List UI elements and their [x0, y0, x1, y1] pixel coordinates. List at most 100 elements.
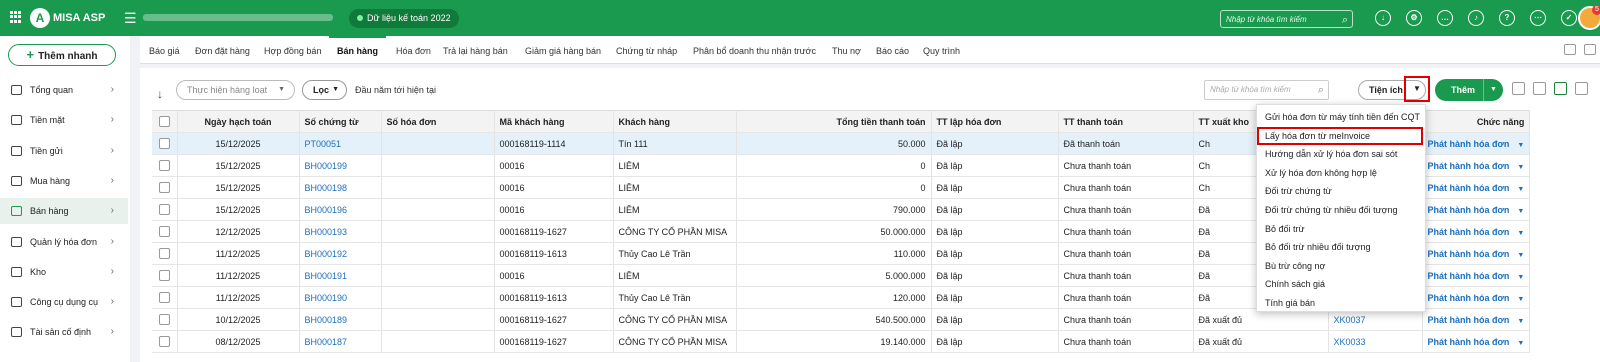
table-cell[interactable]: Phát hành hóa đơn ▼: [1422, 154, 1531, 177]
sidebar-item-0[interactable]: Tổng quan ›: [0, 77, 128, 103]
sidebar-item-7[interactable]: Công cụ dụng cụ ›: [0, 289, 128, 315]
menu-item-7[interactable]: Bỏ đối trừ nhiều đối tượng: [1257, 238, 1427, 256]
row-checkbox[interactable]: [158, 314, 170, 326]
voucher-link[interactable]: BH000193: [305, 227, 348, 237]
column-header[interactable]: Ngày hạch toán: [177, 110, 300, 133]
issue-invoice-action[interactable]: Phát hành hóa đơn ▼: [1428, 139, 1525, 149]
tab-8[interactable]: Phân bổ doanh thu nhận trước: [693, 36, 816, 64]
row-select-cell[interactable]: [152, 242, 178, 265]
row-checkbox[interactable]: [158, 248, 170, 260]
row-select-cell[interactable]: [152, 286, 178, 309]
column-header[interactable]: Số chứng từ: [299, 110, 382, 133]
table-cell[interactable]: BH000187: [299, 330, 382, 353]
list-search-input[interactable]: Nhập từ khóa tìm kiếm ⌕: [1204, 80, 1329, 100]
sidebar-item-4[interactable]: Bán hàng ›: [0, 198, 128, 225]
tab-9[interactable]: Thu nợ: [832, 36, 861, 64]
table-cell[interactable]: BH000189: [299, 308, 382, 331]
more-icon[interactable]: ⋯: [1530, 10, 1546, 26]
row-select-cell[interactable]: [152, 308, 178, 331]
row-checkbox[interactable]: [158, 292, 170, 304]
voucher-link[interactable]: BH000199: [305, 161, 348, 171]
issue-invoice-action[interactable]: Phát hành hóa đơn ▼: [1428, 249, 1525, 259]
search-icon[interactable]: ⌕: [1318, 81, 1324, 99]
refresh-icon[interactable]: [1533, 82, 1546, 95]
menu-item-4[interactable]: Đối trừ chứng từ: [1257, 182, 1427, 200]
table-cell[interactable]: Phát hành hóa đơn ▼: [1422, 330, 1531, 353]
settings-icon[interactable]: [1564, 44, 1576, 55]
row-select-cell[interactable]: [152, 330, 178, 353]
table-cell[interactable]: BH000199: [299, 154, 382, 177]
sort-icon[interactable]: ↓: [157, 87, 163, 101]
issue-invoice-action[interactable]: Phát hành hóa đơn ▼: [1428, 293, 1525, 303]
menu-item-0[interactable]: Gửi hóa đơn từ máy tính tiền đến CQT: [1257, 108, 1427, 126]
issue-invoice-action[interactable]: Phát hành hóa đơn ▼: [1428, 183, 1525, 193]
help-icon[interactable]: ?: [1499, 10, 1515, 26]
column-header[interactable]: Số hóa đơn: [381, 110, 495, 133]
table-cell[interactable]: Phát hành hóa đơn ▼: [1422, 198, 1531, 221]
table-cell[interactable]: Phát hành hóa đơn ▼: [1422, 264, 1531, 287]
menu-item-1[interactable]: Lấy hóa đơn từ meInvoice: [1257, 126, 1423, 145]
row-checkbox[interactable]: [158, 182, 170, 194]
row-select-cell[interactable]: [152, 154, 178, 177]
menu-item-10[interactable]: Tính giá bán: [1257, 294, 1427, 312]
issue-invoice-action[interactable]: Phát hành hóa đơn ▼: [1428, 271, 1525, 281]
menu-item-2[interactable]: Hướng dẫn xử lý hóa đơn sai sót: [1257, 145, 1427, 163]
sidebar-item-8[interactable]: Tài sản cố định ›: [0, 319, 128, 345]
issue-invoice-action[interactable]: Phát hành hóa đơn ▼: [1428, 227, 1525, 237]
sidebar-item-6[interactable]: Kho ›: [0, 259, 128, 285]
tab-10[interactable]: Báo cáo: [876, 36, 909, 64]
avatar[interactable]: 5: [1578, 5, 1600, 30]
table-cell[interactable]: BH000193: [299, 220, 382, 243]
issue-invoice-action[interactable]: Phát hành hóa đơn ▼: [1428, 315, 1525, 325]
issue-invoice-action[interactable]: Phát hành hóa đơn ▼: [1428, 161, 1525, 171]
menu-item-9[interactable]: Chính sách giá: [1257, 275, 1427, 293]
issue-invoice-action[interactable]: Phát hành hóa đơn ▼: [1428, 205, 1525, 215]
caret-down-icon[interactable]: ▼: [1517, 274, 1524, 281]
voucher-link[interactable]: BH000190: [305, 293, 348, 303]
table-cell[interactable]: BH000191: [299, 264, 382, 287]
settings-icon[interactable]: [1575, 82, 1588, 95]
tab-2[interactable]: Hợp đồng bán: [264, 36, 321, 64]
sidebar-item-2[interactable]: Tiền gửi ›: [0, 138, 128, 164]
table-cell[interactable]: BH000196: [299, 198, 382, 221]
column-header[interactable]: TT lập hóa đơn: [931, 110, 1059, 133]
table-cell[interactable]: XK0033: [1328, 330, 1423, 353]
caret-down-icon[interactable]: ▼: [1517, 186, 1524, 193]
tab-0[interactable]: Báo giá: [149, 36, 180, 64]
table-cell[interactable]: BH000192: [299, 242, 382, 265]
sidebar-item-1[interactable]: Tiền mặt ›: [0, 107, 128, 133]
voucher-link[interactable]: BH000189: [305, 315, 348, 325]
caret-down-icon[interactable]: ▼: [1517, 230, 1524, 237]
table-cell[interactable]: PT00051: [299, 132, 382, 155]
row-select-cell[interactable]: [152, 220, 178, 243]
caret-down-icon[interactable]: ▼: [1517, 252, 1524, 259]
column-header[interactable]: Mã khách hàng: [494, 110, 614, 133]
table-cell[interactable]: Phát hành hóa đơn ▼: [1422, 220, 1531, 243]
column-header[interactable]: Tổng tiền thanh toán: [736, 110, 932, 133]
download-icon[interactable]: ↓: [1375, 10, 1391, 26]
row-checkbox[interactable]: [158, 336, 170, 348]
filter-dropdown[interactable]: Lọc ▼: [302, 80, 347, 100]
voucher-link[interactable]: PT00051: [305, 139, 342, 149]
voucher-link[interactable]: BH000187: [305, 337, 348, 347]
voucher-link[interactable]: BH000198: [305, 183, 348, 193]
table-cell[interactable]: BH000198: [299, 176, 382, 199]
period-label[interactable]: Đầu năm tới hiện tại: [355, 85, 436, 95]
data-year-badge[interactable]: Dữ liệu kế toán 2022: [349, 9, 459, 28]
sidebar-item-5[interactable]: Quản lý hóa đơn ›: [0, 229, 128, 255]
caret-down-icon[interactable]: ▼: [1517, 208, 1524, 215]
row-checkbox[interactable]: [158, 138, 170, 150]
column-header[interactable]: Chức năng: [1422, 110, 1531, 133]
voucher-link[interactable]: BH000191: [305, 271, 348, 281]
table-cell[interactable]: Phát hành hóa đơn ▼: [1422, 308, 1531, 331]
caret-down-icon[interactable]: ▼: [1517, 296, 1524, 303]
row-select-cell[interactable]: [152, 264, 178, 287]
add-dropdown-caret-icon[interactable]: ▼: [1483, 79, 1503, 101]
table-cell[interactable]: BH000190: [299, 286, 382, 309]
table-cell[interactable]: Phát hành hóa đơn ▼: [1422, 242, 1531, 265]
search-icon[interactable]: ⌕: [1342, 12, 1348, 29]
settings-icon[interactable]: ⚙: [1406, 10, 1422, 26]
export-slip-link[interactable]: XK0037: [1334, 315, 1366, 325]
bulk-action-dropdown[interactable]: Thực hiện hàng loạt ▼: [176, 80, 295, 100]
caret-down-icon[interactable]: ▼: [1517, 318, 1524, 325]
